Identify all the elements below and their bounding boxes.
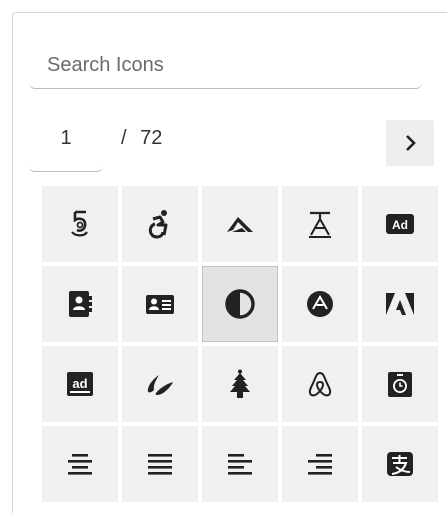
address-book-icon	[69, 291, 92, 317]
icon-cell[interactable]	[282, 346, 358, 422]
icon-cell[interactable]	[122, 266, 198, 342]
page-separator: /	[121, 127, 127, 149]
icon-cell[interactable]	[202, 426, 278, 502]
adjust-icon	[225, 289, 255, 319]
align-left-icon	[228, 454, 252, 475]
icon-cell[interactable]	[282, 266, 358, 342]
current-page: 1	[60, 127, 72, 149]
icon-cell[interactable]	[362, 426, 438, 502]
accessible-icon	[148, 210, 168, 239]
icon-cell[interactable]	[282, 426, 358, 502]
icon-cell[interactable]	[362, 266, 438, 342]
page-number-input[interactable]: 1	[29, 117, 103, 172]
alarm-clock-icon	[388, 372, 412, 397]
icon-cell[interactable]	[282, 186, 358, 262]
icon-cell[interactable]	[42, 266, 118, 342]
adn-icon	[307, 291, 333, 317]
icon-cell[interactable]	[42, 426, 118, 502]
icon-cell-selected[interactable]	[202, 266, 278, 342]
airbnb-icon	[308, 371, 332, 397]
500px-icon	[71, 210, 88, 237]
icon-cell[interactable]: ad	[42, 346, 118, 422]
align-right-icon	[308, 454, 332, 475]
alipay-icon	[387, 452, 413, 476]
ad-icon-label: Ad	[392, 218, 408, 232]
icon-cell[interactable]	[42, 186, 118, 262]
icon-cell[interactable]	[362, 346, 438, 422]
chevron-right-icon	[406, 135, 416, 151]
adobe-icon	[386, 293, 414, 315]
icon-cell[interactable]	[202, 186, 278, 262]
icon-cell[interactable]: Ad	[362, 186, 438, 262]
search-field[interactable]	[29, 42, 422, 89]
page-total: / 72	[121, 127, 162, 150]
icon-cell[interactable]	[122, 426, 198, 502]
align-center-icon	[68, 454, 92, 475]
icon-cell[interactable]	[202, 346, 278, 422]
affiliatetheme-icon	[147, 375, 173, 395]
svg-text:ad: ad	[72, 376, 87, 391]
icon-cell[interactable]	[122, 186, 198, 262]
icon-cell[interactable]	[122, 346, 198, 422]
acquisitions-incorporated-icon	[309, 211, 331, 238]
adversal-icon: ad	[67, 372, 93, 396]
align-justify-icon	[148, 454, 172, 475]
icon-grid: Ad ad	[42, 186, 438, 502]
accusoft-icon	[227, 217, 253, 232]
search-input[interactable]	[45, 46, 409, 84]
total-pages: 72	[140, 127, 163, 149]
next-page-button[interactable]	[386, 120, 434, 166]
air-freshener-icon	[230, 369, 250, 398]
ad-icon: Ad	[386, 214, 414, 234]
address-card-icon	[146, 295, 174, 314]
